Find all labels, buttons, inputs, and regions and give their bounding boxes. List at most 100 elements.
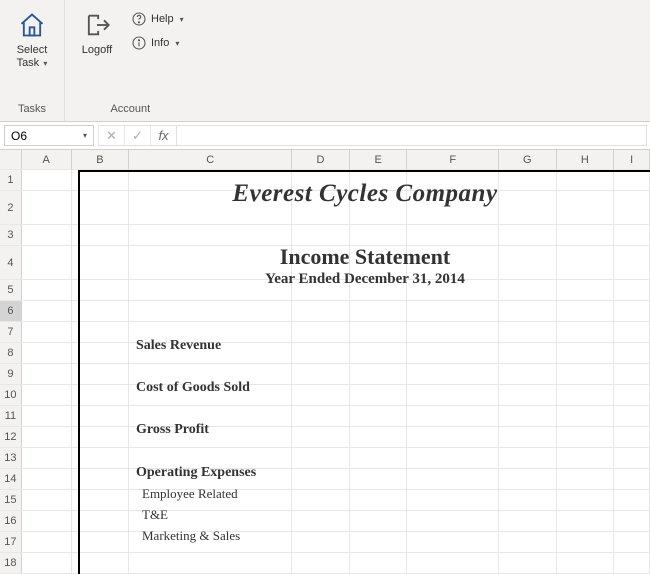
cell-G6[interactable] — [499, 301, 557, 321]
cell-F12[interactable] — [407, 427, 498, 447]
help-button[interactable]: Help ▾ — [127, 8, 188, 30]
cell-C4[interactable] — [129, 246, 292, 279]
cell-E8[interactable] — [350, 343, 408, 363]
cell-E12[interactable] — [350, 427, 408, 447]
cell-D8[interactable] — [292, 343, 350, 363]
cell-D4[interactable] — [292, 246, 350, 279]
name-box-input[interactable] — [11, 129, 61, 143]
cell-A7[interactable] — [22, 322, 72, 342]
cell-G14[interactable] — [499, 469, 557, 489]
cell-H7[interactable] — [557, 322, 615, 342]
cell-H13[interactable] — [557, 448, 615, 468]
cell-H5[interactable] — [557, 280, 615, 300]
cell-C16[interactable] — [129, 511, 292, 531]
cell-D10[interactable] — [292, 385, 350, 405]
formula-input[interactable] — [183, 126, 640, 145]
row-header-4[interactable]: 4 — [0, 246, 22, 279]
cell-A15[interactable] — [22, 490, 72, 510]
row-header-16[interactable]: 16 — [0, 511, 22, 531]
cell-H12[interactable] — [557, 427, 615, 447]
cell-C1[interactable] — [129, 170, 292, 190]
cell-H10[interactable] — [557, 385, 615, 405]
cell-H14[interactable] — [557, 469, 615, 489]
column-header-E[interactable]: E — [350, 150, 408, 169]
cell-I18[interactable] — [614, 553, 650, 573]
cell-C13[interactable] — [129, 448, 292, 468]
cell-E10[interactable] — [350, 385, 408, 405]
cell-A13[interactable] — [22, 448, 72, 468]
cell-D5[interactable] — [292, 280, 350, 300]
cell-A11[interactable] — [22, 406, 72, 426]
row-header-3[interactable]: 3 — [0, 225, 22, 245]
cell-B10[interactable] — [72, 385, 130, 405]
cell-B17[interactable] — [72, 532, 130, 552]
row-header-6[interactable]: 6 — [0, 301, 22, 321]
cell-E15[interactable] — [350, 490, 408, 510]
cell-H16[interactable] — [557, 511, 615, 531]
cell-F8[interactable] — [407, 343, 498, 363]
cell-C17[interactable] — [129, 532, 292, 552]
cell-I4[interactable] — [614, 246, 650, 279]
cell-A6[interactable] — [22, 301, 72, 321]
select-task-button[interactable]: Select Task ▾ — [8, 4, 56, 82]
row-header-15[interactable]: 15 — [0, 490, 22, 510]
cell-D18[interactable] — [292, 553, 350, 573]
spreadsheet-grid[interactable]: ABCDEFGHI123456789101112131415161718 Eve… — [0, 150, 650, 574]
info-button[interactable]: Info ▾ — [127, 32, 188, 54]
row-header-7[interactable]: 7 — [0, 322, 22, 342]
cell-A8[interactable] — [22, 343, 72, 363]
cell-F6[interactable] — [407, 301, 498, 321]
fx-button[interactable]: fx — [150, 126, 176, 145]
cell-G17[interactable] — [499, 532, 557, 552]
cell-I16[interactable] — [614, 511, 650, 531]
cell-F9[interactable] — [407, 364, 498, 384]
column-header-C[interactable]: C — [129, 150, 292, 169]
cell-B7[interactable] — [72, 322, 130, 342]
cell-B4[interactable] — [72, 246, 130, 279]
cell-D14[interactable] — [292, 469, 350, 489]
cell-G16[interactable] — [499, 511, 557, 531]
cell-F13[interactable] — [407, 448, 498, 468]
cell-A1[interactable] — [22, 170, 72, 190]
cell-E17[interactable] — [350, 532, 408, 552]
cell-D9[interactable] — [292, 364, 350, 384]
cell-A2[interactable] — [22, 191, 72, 224]
cell-G15[interactable] — [499, 490, 557, 510]
cell-C8[interactable] — [129, 343, 292, 363]
cell-C18[interactable] — [129, 553, 292, 573]
cell-D3[interactable] — [292, 225, 350, 245]
cell-B9[interactable] — [72, 364, 130, 384]
cell-H17[interactable] — [557, 532, 615, 552]
cell-D13[interactable] — [292, 448, 350, 468]
cell-G9[interactable] — [499, 364, 557, 384]
cell-B8[interactable] — [72, 343, 130, 363]
cell-H15[interactable] — [557, 490, 615, 510]
row-header-9[interactable]: 9 — [0, 364, 22, 384]
cell-B5[interactable] — [72, 280, 130, 300]
cell-I1[interactable] — [614, 170, 650, 190]
cell-C6[interactable] — [129, 301, 292, 321]
cell-B14[interactable] — [72, 469, 130, 489]
row-header-14[interactable]: 14 — [0, 469, 22, 489]
cell-I5[interactable] — [614, 280, 650, 300]
row-header-11[interactable]: 11 — [0, 406, 22, 426]
cell-G2[interactable] — [499, 191, 557, 224]
cell-B11[interactable] — [72, 406, 130, 426]
cell-A3[interactable] — [22, 225, 72, 245]
cell-A18[interactable] — [22, 553, 72, 573]
cell-E2[interactable] — [350, 191, 408, 224]
cell-G13[interactable] — [499, 448, 557, 468]
cell-G1[interactable] — [499, 170, 557, 190]
cell-I2[interactable] — [614, 191, 650, 224]
cell-F2[interactable] — [407, 191, 498, 224]
cell-C2[interactable] — [129, 191, 292, 224]
cell-G18[interactable] — [499, 553, 557, 573]
cell-C3[interactable] — [129, 225, 292, 245]
cell-B6[interactable] — [72, 301, 130, 321]
row-header-2[interactable]: 2 — [0, 191, 22, 224]
cell-H8[interactable] — [557, 343, 615, 363]
cell-E18[interactable] — [350, 553, 408, 573]
cell-C5[interactable] — [129, 280, 292, 300]
cell-C9[interactable] — [129, 364, 292, 384]
cell-E14[interactable] — [350, 469, 408, 489]
